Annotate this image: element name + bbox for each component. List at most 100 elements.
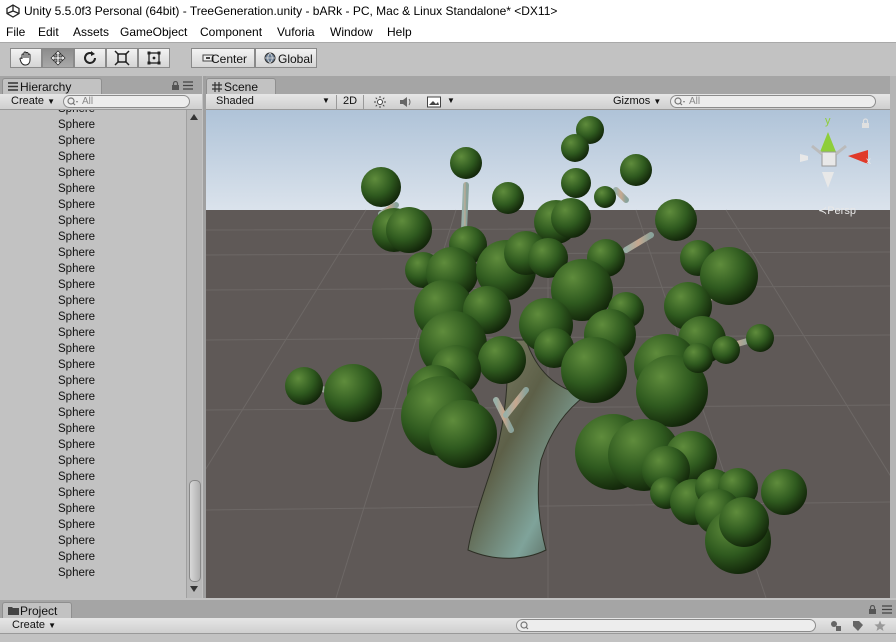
pivot-center-button[interactable]: Center xyxy=(191,48,255,68)
scene-search-input[interactable]: All xyxy=(670,95,876,108)
shading-mode-dropdown[interactable]: Shaded ▼ xyxy=(216,95,330,109)
image-effects-icon[interactable] xyxy=(427,96,441,108)
persp-arrow-icon: ≺ xyxy=(818,205,827,217)
hierarchy-item-label: Sphere xyxy=(58,359,96,371)
scroll-down-icon[interactable] xyxy=(190,586,198,592)
project-create-dropdown[interactable]: Create ▼ xyxy=(12,619,56,633)
scene-grid-icon xyxy=(212,82,222,92)
mode-2d-toggle[interactable]: 2D xyxy=(336,95,364,109)
panel-divider[interactable] xyxy=(203,76,206,598)
search-icon xyxy=(520,621,529,630)
menu-help[interactable]: Help xyxy=(387,25,412,39)
hierarchy-item[interactable]: Sphere xyxy=(0,182,186,198)
project-menu-icon[interactable] xyxy=(882,605,892,614)
hierarchy-item[interactable]: Sphere xyxy=(0,278,186,294)
space-global-button[interactable]: Global xyxy=(255,48,317,68)
hierarchy-item[interactable]: Sphere xyxy=(0,342,186,358)
sun-lighting-icon[interactable] xyxy=(374,96,386,108)
hierarchy-item[interactable]: Sphere xyxy=(0,294,186,310)
hierarchy-item[interactable]: Sphere xyxy=(0,214,186,230)
hierarchy-item[interactable]: Sphere xyxy=(0,566,186,582)
menu-file[interactable]: File xyxy=(6,25,25,39)
title-bar: Unity 5.5.0f3 Personal (64bit) - TreeGen… xyxy=(0,0,896,22)
hierarchy-item[interactable]: Sphere xyxy=(0,454,186,470)
scene-panel: Scene Shaded ▼ 2D ▼ Gizmos ▼ All y x ≺Pe… xyxy=(206,76,890,598)
tab-project[interactable]: Project xyxy=(2,602,72,618)
hierarchy-item[interactable]: Sphere xyxy=(0,374,186,390)
project-tab-strip: Project xyxy=(0,600,896,618)
favorite-star-icon[interactable] xyxy=(874,620,886,632)
hierarchy-search-input[interactable]: All xyxy=(63,95,190,108)
gizmos-dropdown[interactable]: Gizmos ▼ xyxy=(613,95,665,109)
project-tab-label: Project xyxy=(20,604,58,618)
chevron-down-icon: ▼ xyxy=(47,97,56,106)
hierarchy-item-label: Sphere xyxy=(58,471,96,483)
project-lock-icon[interactable] xyxy=(868,605,877,614)
hierarchy-item[interactable]: Sphere xyxy=(0,470,186,486)
menu-edit[interactable]: Edit xyxy=(38,25,59,39)
filter-label-icon[interactable] xyxy=(852,620,864,632)
shading-mode-label: Shaded xyxy=(216,95,254,107)
hierarchy-item[interactable]: Sphere xyxy=(0,358,186,374)
menu-window[interactable]: Window xyxy=(330,25,373,39)
audio-icon[interactable] xyxy=(399,96,413,108)
hierarchy-item-label: Sphere xyxy=(58,407,96,419)
hierarchy-item[interactable]: Sphere xyxy=(0,166,186,182)
hierarchy-list[interactable]: Sphere Sphere Sphere Sphere Sphere Sphere Sphe… xyxy=(0,110,186,598)
scale-tool-button[interactable] xyxy=(106,48,138,68)
hierarchy-item[interactable]: Sphere xyxy=(0,198,186,214)
hierarchy-item[interactable]: Sphere xyxy=(0,438,186,454)
scrollbar-thumb[interactable] xyxy=(189,480,201,582)
hierarchy-item-label: Sphere xyxy=(58,519,96,531)
search-icon xyxy=(674,97,685,106)
panel-menu-icon[interactable] xyxy=(183,81,193,90)
hierarchy-item[interactable]: Sphere xyxy=(0,390,186,406)
hierarchy-item[interactable]: Sphere xyxy=(0,118,186,134)
hierarchy-item[interactable]: Sphere xyxy=(0,230,186,246)
hierarchy-item-label: Sphere xyxy=(58,135,96,147)
projection-label[interactable]: ≺Persp xyxy=(818,205,856,217)
unity-logo-icon xyxy=(6,4,20,18)
hierarchy-item-label: Sphere xyxy=(58,263,96,275)
rect-tool-button[interactable] xyxy=(138,48,170,68)
hierarchy-item[interactable]: Sphere xyxy=(0,422,186,438)
chevron-down-icon[interactable]: ▼ xyxy=(447,96,455,105)
rotate-tool-button[interactable] xyxy=(74,48,106,68)
hierarchy-item[interactable]: Sphere xyxy=(0,110,186,118)
hierarchy-item[interactable]: Sphere xyxy=(0,502,186,518)
project-search-input[interactable] xyxy=(516,619,816,632)
hierarchy-item[interactable]: Sphere xyxy=(0,518,186,534)
window-title: Unity 5.5.0f3 Personal (64bit) - TreeGen… xyxy=(24,4,558,18)
menu-assets[interactable]: Assets xyxy=(73,25,109,39)
menu-gameobject[interactable]: GameObject xyxy=(120,25,187,39)
hierarchy-scrollbar[interactable] xyxy=(186,110,202,598)
hierarchy-item-label: Sphere xyxy=(58,119,96,131)
hierarchy-create-dropdown[interactable]: Create ▼ xyxy=(11,95,55,109)
tab-hierarchy[interactable]: Hierarchy xyxy=(2,78,102,94)
list-icon xyxy=(8,82,18,91)
menu-component[interactable]: Component xyxy=(200,25,262,39)
move-tool-button[interactable] xyxy=(42,48,74,68)
project-panel: Project Create ▼ xyxy=(0,600,896,642)
hierarchy-item[interactable]: Sphere xyxy=(0,486,186,502)
gizmo-axis-y-label: y xyxy=(825,115,831,127)
hierarchy-item[interactable]: Sphere xyxy=(0,310,186,326)
hierarchy-item[interactable]: Sphere xyxy=(0,150,186,166)
hierarchy-item[interactable]: Sphere xyxy=(0,326,186,342)
tab-scene[interactable]: Scene xyxy=(206,78,276,94)
hierarchy-item[interactable]: Sphere xyxy=(0,550,186,566)
hierarchy-item[interactable]: Sphere xyxy=(0,406,186,422)
hierarchy-create-label: Create xyxy=(11,95,45,107)
hierarchy-item[interactable]: Sphere xyxy=(0,534,186,550)
lock-icon[interactable] xyxy=(171,81,180,90)
hierarchy-item[interactable]: Sphere xyxy=(0,134,186,150)
menu-vuforia[interactable]: Vuforia xyxy=(277,25,315,39)
hierarchy-item[interactable]: Sphere xyxy=(0,246,186,262)
hand-tool-button[interactable] xyxy=(10,48,42,68)
hierarchy-item[interactable]: Sphere xyxy=(0,262,186,278)
hierarchy-tab-strip: Hierarchy xyxy=(0,76,202,94)
scene-viewport[interactable]: y x ≺Persp xyxy=(206,110,890,598)
scroll-up-icon[interactable] xyxy=(190,114,198,120)
hand-icon xyxy=(19,51,31,66)
filter-type-icon[interactable] xyxy=(830,620,842,632)
